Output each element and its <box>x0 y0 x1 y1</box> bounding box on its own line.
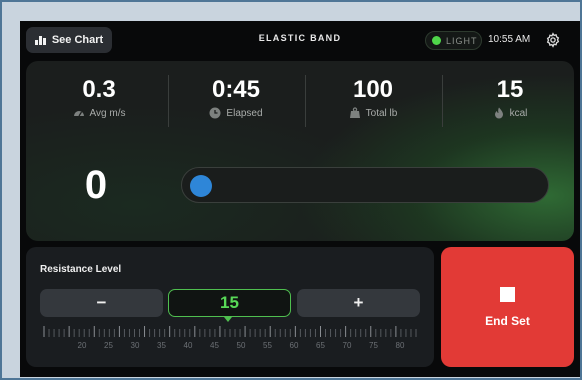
ruler-scale-label: 70 <box>342 341 352 350</box>
page-title: ELASTIC BAND <box>258 33 342 43</box>
stat-total-weight: 100 Total lb <box>305 75 441 135</box>
weight-icon <box>349 107 360 118</box>
ruler-scale-label: 30 <box>130 341 140 350</box>
stat-value: 15 <box>496 76 524 103</box>
decrease-resistance-button[interactable]: − <box>40 289 163 317</box>
minus-icon: − <box>96 293 107 312</box>
stat-label: Avg m/s <box>89 107 126 119</box>
ruler-scale-label: 60 <box>289 341 299 350</box>
resistance-value[interactable]: 15 <box>168 289 291 317</box>
progress-knob[interactable] <box>190 175 212 197</box>
ruler-scale-label: 80 <box>395 341 405 350</box>
bar-chart-icon <box>34 35 46 45</box>
light-toggle[interactable]: LIGHT <box>425 31 482 50</box>
resistance-panel: Resistance Level − 15 + 20 25 30 35 40 45 50 55… <box>26 247 434 367</box>
ruler-scale-label: 55 <box>263 341 272 350</box>
ruler-ticks <box>43 326 417 337</box>
level-pointer-icon <box>224 317 232 322</box>
ruler-scale-label: 40 <box>183 341 193 350</box>
stop-icon <box>500 286 515 302</box>
window-frame: See Chart ELASTIC BAND LIGHT 10:55 AM 0.… <box>0 0 582 380</box>
clock-icon <box>209 107 221 119</box>
speedometer-icon <box>73 111 84 117</box>
gear-icon[interactable] <box>545 32 561 48</box>
ruler-scale-label: 35 <box>157 341 166 350</box>
stat-value: 0:45 <box>211 76 261 103</box>
stat-calories: 15 kcal <box>442 75 578 135</box>
device-screen: See Chart ELASTIC BAND LIGHT 10:55 AM 0.… <box>20 21 580 377</box>
ruler-scale-label: 20 <box>77 341 87 350</box>
ruler-scale-label: 50 <box>236 341 246 350</box>
end-set-label: End Set <box>485 313 530 328</box>
end-set-button[interactable]: End Set <box>441 247 574 367</box>
increase-resistance-button[interactable]: + <box>297 289 420 317</box>
stat-elapsed: 0:45 Elapsed <box>168 75 304 135</box>
plus-icon: + <box>353 293 364 312</box>
clock: 10:55 AM <box>488 34 531 45</box>
stat-label: kcal <box>509 107 528 119</box>
stat-avg-speed: 0.3 Avg m/s <box>31 75 167 135</box>
stat-label: Elapsed <box>226 107 263 119</box>
stat-label: Total lb <box>365 107 398 119</box>
top-bar: See Chart ELASTIC BAND LIGHT 10:55 AM <box>20 21 580 59</box>
ruler-scale-label: 75 <box>369 341 378 350</box>
see-chart-button[interactable]: See Chart <box>26 27 112 53</box>
status-dot-icon <box>432 36 441 45</box>
workout-stats-card: 0.3 Avg m/s 0:45 Elapsed 100 Total lb 15… <box>26 61 574 241</box>
light-label: LIGHT <box>446 35 478 46</box>
see-chart-label: See Chart <box>51 34 104 46</box>
ruler-scale-label: 25 <box>104 341 113 350</box>
stat-value: 0.3 <box>82 76 116 103</box>
ruler-scale-label: 65 <box>316 341 325 350</box>
rep-counter: 0 <box>84 163 108 207</box>
progress-slider[interactable] <box>181 167 549 203</box>
stat-value: 100 <box>352 76 394 103</box>
resistance-title: Resistance Level <box>40 264 122 275</box>
resistance-ruler[interactable]: 20 25 30 35 40 45 50 55 60 65 70 75 80 <box>40 325 420 365</box>
flame-icon <box>494 107 503 119</box>
ruler-scale-label: 45 <box>210 341 219 350</box>
